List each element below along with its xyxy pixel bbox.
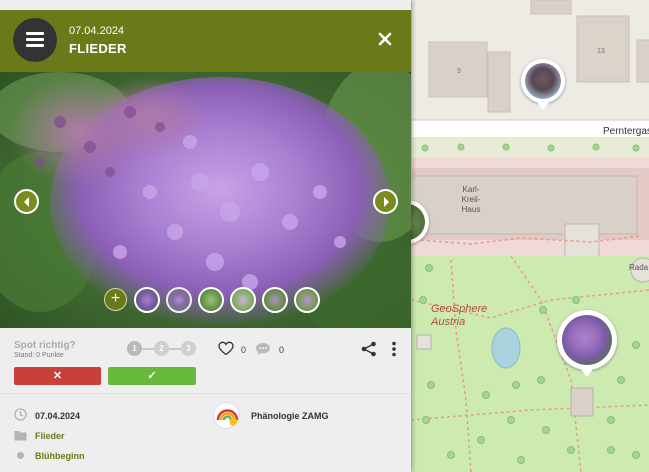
prev-photo-button[interactable] [14, 189, 39, 214]
photo-thumbnail[interactable] [134, 287, 160, 313]
clock-icon [14, 408, 27, 421]
info-date: 07.04.2024 [35, 411, 81, 421]
comment-icon[interactable] [255, 342, 271, 356]
photo-thumbnail[interactable] [294, 287, 320, 313]
house-number-9: 9 [457, 68, 461, 75]
map-pin-selected[interactable] [557, 310, 617, 370]
menu-button[interactable] [13, 18, 57, 62]
section-divider [0, 393, 411, 394]
source-name: Phänologie ZAMG [251, 411, 329, 421]
rada-label: Rada [629, 263, 649, 272]
species-link[interactable]: Flieder [35, 431, 65, 441]
map-pin-selected-tail [580, 368, 594, 377]
step-2: 2 [154, 341, 169, 356]
photo-thumbnail[interactable] [198, 287, 224, 313]
add-photo-button[interactable]: + [104, 288, 127, 311]
comment-count: 0 [279, 345, 285, 355]
source-logo [213, 402, 240, 429]
photo-thumbnail[interactable] [166, 287, 192, 313]
panel-header [0, 10, 411, 72]
heart-icon[interactable] [218, 341, 234, 356]
spot-question: Spot richtig? [14, 340, 76, 351]
more-vertical-icon[interactable] [391, 341, 397, 357]
photo-thumbnail[interactable] [262, 287, 288, 313]
score-label: Stand: 0 Punkte [14, 352, 64, 359]
map-pin[interactable] [521, 59, 565, 103]
step-3: 3 [181, 341, 196, 356]
plus-icon: + [110, 290, 121, 307]
step-1: 1 [127, 341, 142, 356]
house-number-13: 13 [597, 48, 605, 55]
zamg-logo-icon [216, 409, 239, 426]
map-pin-tail [536, 101, 550, 110]
hamburger-icon-bar [26, 44, 44, 47]
chevron-left-icon [24, 197, 29, 207]
dot-icon [17, 452, 24, 459]
geosphere-label: GeoSphere Austria [431, 303, 488, 328]
next-photo-button[interactable] [373, 189, 398, 214]
app-root: 9 13 Perntergasse Karl- Kreil- Haus GeoS… [0, 0, 649, 472]
photo-thumbnail[interactable] [230, 287, 256, 313]
phase-link[interactable]: Blühbeginn [35, 451, 85, 461]
map-view[interactable]: 9 13 Perntergasse Karl- Kreil- Haus GeoS… [411, 0, 649, 472]
hamburger-icon [26, 32, 44, 35]
street-label: Perntergasse [603, 126, 649, 137]
chevron-right-icon [384, 197, 389, 207]
close-icon: ✕ [52, 370, 63, 382]
page-title: FLIEDER [69, 41, 127, 56]
close-button[interactable] [377, 31, 393, 47]
building-label: Karl- Kreil- Haus [461, 185, 481, 214]
like-count: 0 [241, 345, 247, 355]
reject-button[interactable]: ✕ [14, 367, 101, 385]
detail-panel: 07.04.2024 FLIEDER + Spot richtig? Stand… [0, 0, 411, 472]
check-icon: ✓ [147, 370, 157, 382]
hamburger-icon-bar [26, 38, 44, 41]
close-icon [378, 32, 392, 46]
folder-icon [14, 431, 27, 441]
confirm-button[interactable]: ✓ [108, 367, 196, 385]
header-date: 07.04.2024 [69, 25, 125, 37]
share-icon[interactable] [361, 341, 377, 357]
